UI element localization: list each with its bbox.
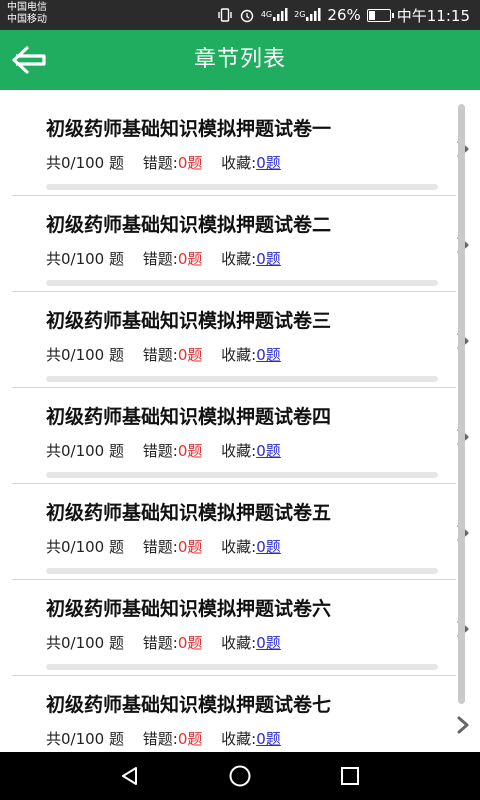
wrong-count: 0题 <box>177 346 203 364</box>
favorite-label: 收藏: <box>221 442 257 460</box>
scrollbar-thumb[interactable] <box>458 104 465 704</box>
favorite-count: 0题 <box>256 250 281 268</box>
vibrate-icon <box>217 7 233 23</box>
total-count: 共0/100 题 <box>46 538 124 556</box>
chapter-item[interactable]: 初级药师基础知识模拟押题试卷七 共0/100 题 错题:0题 收藏:0题 <box>12 676 469 752</box>
chapter-stats: 共0/100 题 错题:0题 收藏:0题 <box>46 728 281 749</box>
total-count: 共0/100 题 <box>46 442 124 460</box>
wrong-count: 0题 <box>177 154 203 172</box>
app-bar: 章节列表 <box>0 30 480 90</box>
wrong-label: 错题: <box>142 250 178 268</box>
total-count: 共0/100 题 <box>46 154 124 172</box>
chapter-progress-bar <box>46 280 438 286</box>
chapter-title: 初级药师基础知识模拟押题试卷三 <box>46 310 332 332</box>
clock: 中午11:15 <box>396 6 470 25</box>
chapter-item[interactable]: 初级药师基础知识模拟押题试卷二 共0/100 题 错题:0题 收藏:0题 <box>12 196 469 292</box>
favorite-count: 0题 <box>256 730 281 748</box>
battery-icon <box>366 8 394 22</box>
favorite-count: 0题 <box>256 346 281 364</box>
chapter-progress-bar <box>46 664 438 670</box>
chapter-stats: 共0/100 题 错题:0题 收藏:0题 <box>46 248 281 269</box>
chapter-stats: 共0/100 题 错题:0题 收藏:0题 <box>46 152 281 173</box>
chapter-title: 初级药师基础知识模拟押题试卷二 <box>46 214 332 236</box>
wrong-count: 0题 <box>177 730 203 748</box>
favorite-count: 0题 <box>256 538 281 556</box>
total-count: 共0/100 题 <box>46 250 124 268</box>
wrong-label: 错题: <box>142 730 178 748</box>
chapter-stats: 共0/100 题 错题:0题 收藏:0题 <box>46 536 281 557</box>
chapter-item[interactable]: 初级药师基础知识模拟押题试卷四 共0/100 题 错题:0题 收藏:0题 <box>12 388 469 484</box>
nav-back-button[interactable] <box>110 756 150 796</box>
chapter-title: 初级药师基础知识模拟押题试卷六 <box>46 598 332 620</box>
favorite-count: 0题 <box>256 634 281 652</box>
chapter-title: 初级药师基础知识模拟押题试卷五 <box>46 502 332 524</box>
chapter-progress-bar <box>46 472 438 478</box>
battery-percent: 26% <box>327 6 361 24</box>
network-2g-label: 2G <box>294 10 306 19</box>
wrong-label: 错题: <box>142 538 178 556</box>
chapter-item[interactable]: 初级药师基础知识模拟押题试卷三 共0/100 题 错题:0题 收藏:0题 <box>12 292 469 388</box>
chapter-title: 初级药师基础知识模拟押题试卷四 <box>46 406 332 428</box>
favorite-label: 收藏: <box>221 346 257 364</box>
nav-home-button[interactable] <box>220 756 260 796</box>
chapter-list[interactable]: 初级药师基础知识模拟押题试卷一 共0/100 题 错题:0题 收藏:0题 初级药… <box>0 100 480 752</box>
scrollbar[interactable] <box>458 104 466 704</box>
chapter-stats: 共0/100 题 错题:0题 收藏:0题 <box>46 440 281 461</box>
chapter-progress-bar <box>46 376 438 382</box>
wrong-count: 0题 <box>177 538 203 556</box>
favorite-label: 收藏: <box>221 154 257 172</box>
favorite-label: 收藏: <box>221 250 257 268</box>
wrong-label: 错题: <box>142 346 178 364</box>
square-recents-icon <box>341 767 359 785</box>
page-title: 章节列表 <box>193 47 286 72</box>
chapter-title: 初级药师基础知识模拟押题试卷七 <box>46 694 332 716</box>
chapter-progress-bar <box>46 184 438 190</box>
circle-home-icon <box>229 765 251 787</box>
favorite-label: 收藏: <box>221 538 257 556</box>
signal-2g-icon: 2G <box>294 8 321 22</box>
wrong-count: 0题 <box>177 634 203 652</box>
wrong-label: 错题: <box>142 442 178 460</box>
carrier-info: 中国电信 中国移动 <box>7 2 47 26</box>
favorite-label: 收藏: <box>221 634 257 652</box>
chapter-stats: 共0/100 题 错题:0题 收藏:0题 <box>46 632 281 653</box>
favorite-count: 0题 <box>256 442 281 460</box>
total-count: 共0/100 题 <box>46 346 124 364</box>
system-nav-bar <box>0 752 480 800</box>
triangle-back-icon <box>122 767 137 785</box>
chapter-title: 初级药师基础知识模拟押题试卷一 <box>46 118 332 140</box>
favorite-count: 0题 <box>256 154 281 172</box>
total-count: 共0/100 题 <box>46 634 124 652</box>
favorite-label: 收藏: <box>221 730 257 748</box>
status-bar: 中国电信 中国移动 4G 2G 26% 中午11:15 <box>0 0 480 30</box>
network-4g-label: 4G <box>260 10 273 19</box>
total-count: 共0/100 题 <box>46 730 124 748</box>
carrier-2: 中国移动 <box>7 14 47 25</box>
signal-4g-icon: 4G <box>261 8 288 22</box>
chapter-item[interactable]: 初级药师基础知识模拟押题试卷一 共0/100 题 错题:0题 收藏:0题 <box>12 100 469 196</box>
chapter-item[interactable]: 初级药师基础知识模拟押题试卷五 共0/100 题 错题:0题 收藏:0题 <box>12 484 469 580</box>
wrong-label: 错题: <box>142 154 178 172</box>
status-icons: 4G 2G 26% 中午11:15 <box>217 0 470 30</box>
chapter-stats: 共0/100 题 错题:0题 收藏:0题 <box>46 344 281 365</box>
nav-recents-button[interactable] <box>330 756 370 796</box>
alarm-icon <box>239 7 255 23</box>
chapter-item[interactable]: 初级药师基础知识模拟押题试卷六 共0/100 题 错题:0题 收藏:0题 <box>12 580 469 676</box>
wrong-count: 0题 <box>177 442 203 460</box>
chevron-right-icon <box>454 714 472 736</box>
wrong-label: 错题: <box>142 634 178 652</box>
wrong-count: 0题 <box>177 250 203 268</box>
carrier-1: 中国电信 <box>7 2 47 13</box>
chapter-progress-bar <box>46 568 438 574</box>
